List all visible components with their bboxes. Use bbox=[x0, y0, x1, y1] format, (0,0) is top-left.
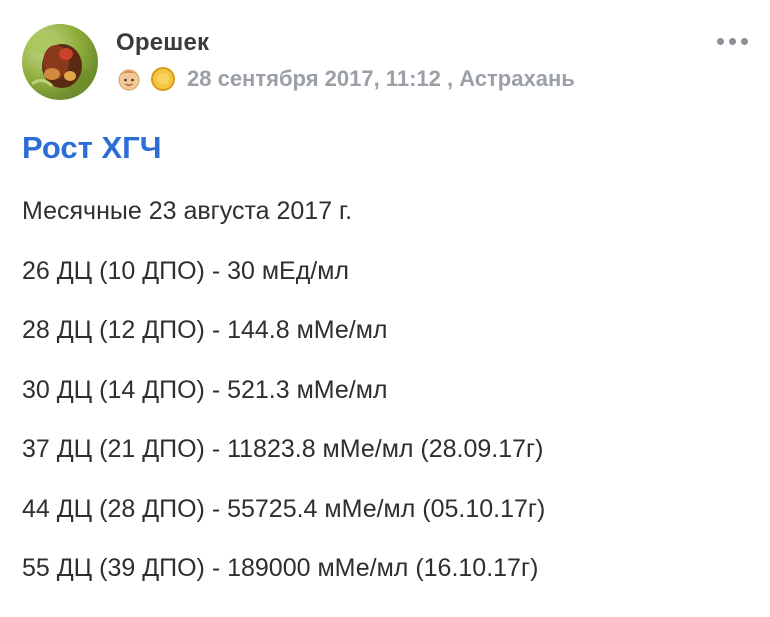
post-date-location: 28 сентября 2017, 11:12 , Астрахань bbox=[187, 66, 575, 91]
post-line: 30 ДЦ (14 ДПО) - 521.3 мМе/мл bbox=[22, 375, 388, 404]
post-line: 37 ДЦ (21 ДПО) - 11823.8 мМе/мл (28.09.1… bbox=[22, 435, 544, 463]
forum-post: Орешек 28 сентября 2017, 11:12 , Астраха… bbox=[0, 0, 770, 617]
post-line: 26 ДЦ (10 ДПО) - 30 мЕд/мл bbox=[22, 256, 350, 285]
post-line: 28 ДЦ (12 ДПО) - 144.8 мМе/мл bbox=[22, 316, 388, 344]
user-avatar[interactable] bbox=[22, 24, 98, 100]
author-name[interactable]: Орешек bbox=[116, 29, 209, 57]
more-dots-icon[interactable] bbox=[717, 38, 748, 45]
post-meta: 28 сентября 2017, 11:12 , Астрахань bbox=[116, 64, 575, 94]
post-body: Месячные 23 августа 2017 г. 26 ДЦ (10 ДП… bbox=[22, 196, 762, 613]
post-line: 44 ДЦ (28 ДПО) - 55725.4 мМе/мл (05.10.1… bbox=[22, 494, 546, 523]
post-line: Месячные 23 августа 2017 г. bbox=[22, 197, 353, 225]
gold-circle-icon bbox=[150, 66, 176, 92]
post-title[interactable]: Рост ХГЧ bbox=[22, 130, 162, 166]
face-icon bbox=[116, 66, 142, 92]
nut-photo-avatar-icon bbox=[26, 34, 98, 94]
post-line: 55 ДЦ (39 ДПО) - 189000 мМе/мл (16.10.17… bbox=[22, 554, 539, 582]
